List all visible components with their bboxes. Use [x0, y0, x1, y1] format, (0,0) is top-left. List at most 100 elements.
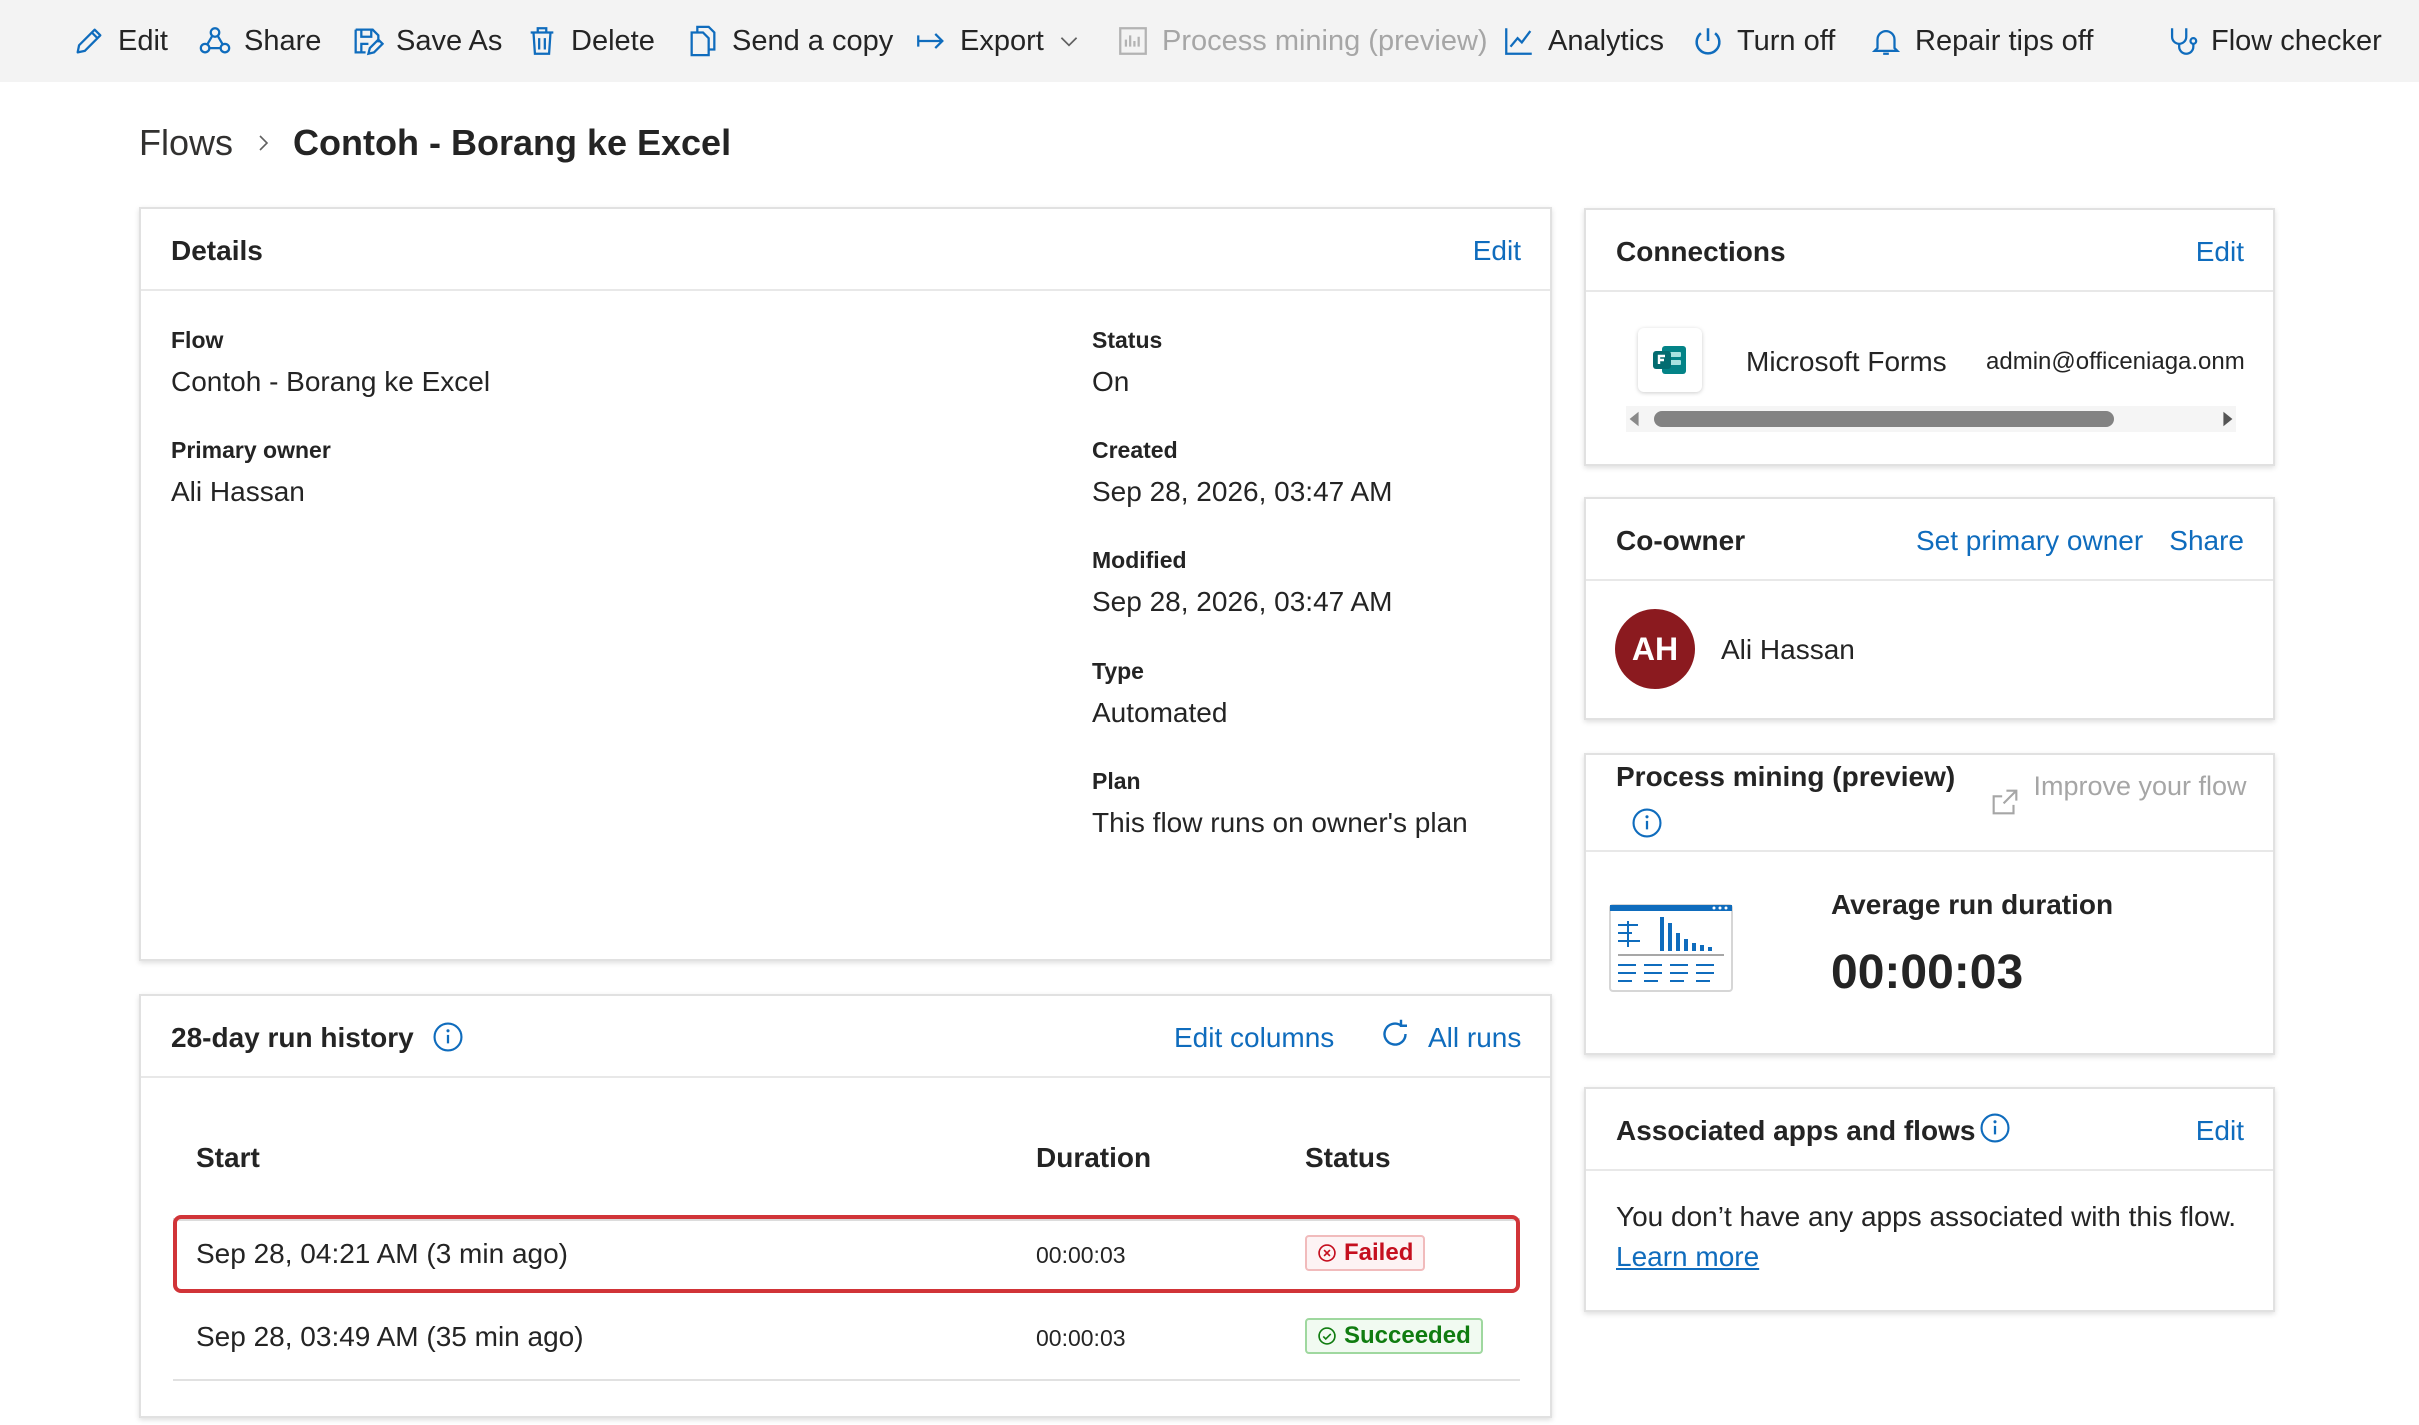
horizontal-scrollbar[interactable]: [1626, 406, 2236, 432]
page-title: Contoh - Borang ke Excel: [293, 122, 732, 163]
save-as-button[interactable]: Save As: [350, 0, 502, 82]
repair-tips-button[interactable]: Repair tips off: [1869, 0, 2093, 82]
plan-label: Plan: [1092, 768, 1141, 794]
process-mining-illustration-icon: [1609, 904, 1733, 992]
status-badge: Succeeded: [1305, 1318, 1483, 1354]
run-history-card: 28-day run history Edit columns All runs…: [139, 994, 1552, 1418]
improve-flow-link[interactable]: Improve your flow: [2026, 773, 2254, 800]
export-button[interactable]: Export: [914, 0, 1082, 82]
connection-account: admin@officeniaga.onm: [1986, 348, 2245, 375]
learn-more-link[interactable]: Learn more: [1616, 1241, 1759, 1273]
error-circle-icon: [1318, 1244, 1336, 1262]
analytics-button[interactable]: Analytics: [1502, 0, 1664, 82]
copy-icon: [690, 25, 716, 57]
share-button[interactable]: Share: [198, 0, 321, 82]
set-primary-owner-link[interactable]: Set primary owner: [1916, 525, 2143, 557]
type-value: Automated: [1092, 697, 1228, 728]
chevron-down-icon: [1060, 37, 1078, 47]
microsoft-forms-icon: [1653, 346, 1686, 374]
associated-title: Associated apps and flows: [1616, 1115, 1976, 1146]
turn-off-button[interactable]: Turn off: [1691, 0, 1835, 82]
analytics-label: Analytics: [1548, 24, 1665, 57]
created-value: Sep 28, 2026, 03:47 AM: [1092, 476, 1393, 507]
command-bar: Edit Share Save As Delete Send a copy Ex…: [0, 0, 2419, 82]
plan-value: This flow runs on owner's plan: [1092, 807, 1468, 838]
status-label: Status: [1092, 327, 1163, 353]
flow-value: Contoh - Borang ke Excel: [171, 366, 491, 397]
avg-run-duration-value: 00:00:03: [1831, 946, 2024, 999]
analytics-icon: [1505, 28, 1532, 55]
coowner-name: Ali Hassan: [1721, 634, 1855, 665]
coowner-title: Co-owner: [1616, 525, 1746, 556]
created-label: Created: [1092, 437, 1178, 463]
scrollbar-thumb[interactable]: [1654, 411, 2114, 427]
turn-off-label: Turn off: [1737, 24, 1836, 57]
info-icon[interactable]: [1978, 1111, 2012, 1145]
connection-tile[interactable]: [1638, 328, 1702, 392]
status-badge: Failed: [1305, 1235, 1426, 1271]
edit-button[interactable]: Edit: [72, 0, 168, 82]
run-history-title: 28-day run history: [171, 1022, 414, 1053]
avg-run-duration-label: Average run duration: [1831, 889, 2114, 920]
share-icon: [199, 27, 231, 54]
refresh-icon[interactable]: [1377, 1016, 1413, 1052]
table-row[interactable]: Sep 28, 04:21 AM (3 min ago) 00:00:03 Fa…: [173, 1215, 1520, 1293]
export-label: Export: [960, 24, 1044, 57]
status-badge-label: Succeeded: [1344, 1322, 1471, 1349]
process-mining-card: Process mining (preview) Improve your fl…: [1584, 753, 2275, 1055]
coowner-share-link[interactable]: Share: [2169, 525, 2244, 557]
coowner-card: Co-owner Set primary owner Share AH Ali …: [1584, 497, 2275, 720]
run-duration: 00:00:03: [1036, 1325, 1126, 1351]
details-edit-link[interactable]: Edit: [1473, 235, 1521, 267]
bell-icon: [1871, 30, 1901, 55]
trash-icon: [530, 27, 554, 55]
external-link-icon: [1992, 789, 2018, 815]
check-circle-icon: [1318, 1327, 1336, 1345]
flow-checker-label: Flow checker: [2211, 24, 2382, 57]
run-duration: 00:00:03: [1036, 1242, 1126, 1268]
flow-label: Flow: [171, 327, 224, 353]
edit-columns-link[interactable]: Edit columns: [1174, 1022, 1334, 1054]
delete-label: Delete: [571, 24, 655, 57]
process-mining-label: Process mining (preview): [1162, 24, 1488, 57]
breadcrumb-flows-link[interactable]: Flows: [139, 122, 233, 164]
associated-edit-link[interactable]: Edit: [2196, 1115, 2244, 1147]
details-card: Details Edit Flow Contoh - Borang ke Exc…: [139, 207, 1552, 961]
owner-label: Primary owner: [171, 437, 331, 463]
delete-button[interactable]: Delete: [525, 0, 655, 82]
chevron-right-icon: [259, 135, 269, 151]
connections-card: Connections Edit Microsoft Forms admin@o…: [1584, 208, 2275, 466]
details-header: [141, 209, 1550, 291]
status-badge-label: Failed: [1344, 1239, 1414, 1266]
run-start: Sep 28, 03:49 AM (35 min ago): [196, 1321, 584, 1352]
associated-empty-text: You don’t have any apps associated with …: [1616, 1201, 2237, 1232]
save-as-label: Save As: [396, 24, 503, 57]
column-header-status[interactable]: Status: [1305, 1142, 1391, 1174]
column-header-start[interactable]: Start: [196, 1142, 260, 1174]
stethoscope-icon: [2170, 28, 2198, 55]
all-runs-link[interactable]: All runs: [1428, 1022, 1521, 1054]
connections-edit-link[interactable]: Edit: [2196, 236, 2244, 268]
info-icon[interactable]: [1630, 806, 1664, 840]
modified-label: Modified: [1092, 547, 1187, 573]
column-header-duration[interactable]: Duration: [1036, 1142, 1151, 1174]
process-mining-button[interactable]: Process mining (preview): [1116, 0, 1488, 82]
process-mining-title: Process mining (preview): [1616, 761, 1956, 792]
share-label: Share: [244, 24, 322, 57]
flow-checker-button[interactable]: Flow checker: [2165, 0, 2382, 82]
process-mining-icon: [1119, 27, 1147, 55]
send-copy-button[interactable]: Send a copy: [686, 0, 893, 82]
status-value: On: [1092, 366, 1130, 397]
save-as-icon: [354, 28, 384, 56]
send-copy-label: Send a copy: [732, 24, 894, 57]
pencil-icon: [76, 28, 102, 54]
table-row[interactable]: Sep 28, 03:49 AM (35 min ago) 00:00:03 S…: [173, 1301, 1520, 1381]
connections-title: Connections: [1616, 236, 1786, 267]
associated-card: Associated apps and flows Edit You don’t…: [1584, 1087, 2275, 1312]
repair-tips-label: Repair tips off: [1915, 24, 2094, 57]
scroll-right-icon[interactable]: [2218, 410, 2236, 428]
connection-name: Microsoft Forms: [1746, 346, 1947, 377]
scroll-left-icon[interactable]: [1626, 410, 1644, 428]
details-title: Details: [171, 235, 263, 266]
info-icon[interactable]: [431, 1020, 465, 1054]
